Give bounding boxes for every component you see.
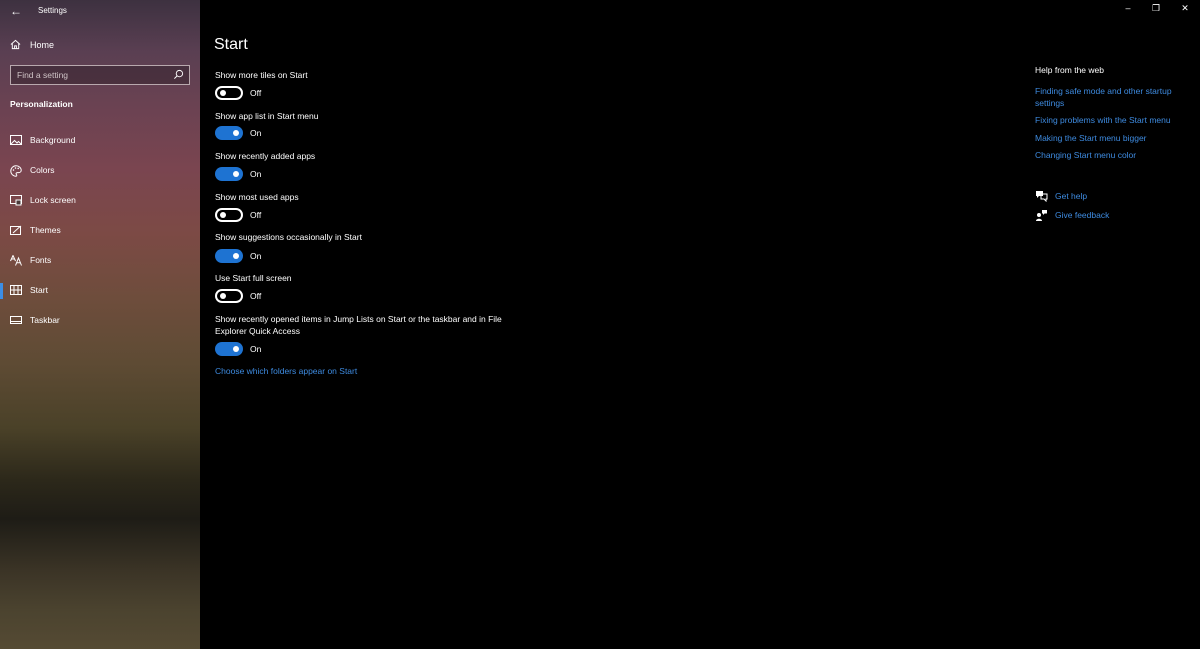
- setting-suggestions: Show suggestions occasionally in Start O…: [215, 231, 515, 263]
- sidebar-item-label: Taskbar: [30, 315, 60, 325]
- sidebar-item-label: Colors: [30, 165, 55, 175]
- toggle-switch[interactable]: [215, 289, 243, 303]
- sidebar-item-themes[interactable]: Themes: [0, 222, 200, 240]
- toggle-switch[interactable]: [215, 167, 243, 181]
- search-input[interactable]: [17, 68, 167, 82]
- help-link[interactable]: Finding safe mode and other startup sett…: [1035, 86, 1185, 109]
- sidebar-item-taskbar[interactable]: Taskbar: [0, 312, 200, 330]
- start-icon: [10, 285, 22, 298]
- setting-label: Show most used apps: [215, 192, 299, 202]
- setting-label: Show recently opened items in Jump Lists…: [215, 314, 502, 336]
- toggle-switch[interactable]: [215, 249, 243, 263]
- toggle-switch[interactable]: [215, 208, 243, 222]
- sidebar-item-label: Background: [30, 135, 76, 145]
- toggle-state: Off: [250, 210, 262, 220]
- help-title: Help from the web: [1035, 65, 1104, 75]
- page-title: Start: [214, 36, 248, 53]
- sidebar-item-label: Fonts: [30, 255, 52, 265]
- setting-full-screen: Use Start full screen Off: [215, 272, 515, 303]
- toggle-state: Off: [250, 291, 262, 301]
- setting-label: Show recently added apps: [215, 151, 316, 161]
- themes-icon: [10, 225, 22, 238]
- give-feedback-link[interactable]: Give feedback: [1035, 209, 1185, 223]
- sidebar-item-background[interactable]: Background: [0, 132, 200, 150]
- section-title: Personalization: [10, 99, 73, 109]
- search-box: [10, 65, 190, 85]
- setting-label: Show more tiles on Start: [215, 70, 308, 80]
- sidebar-item-label: Themes: [30, 225, 61, 235]
- sidebar-home[interactable]: Home: [0, 38, 200, 54]
- setting-recently-added-apps: Show recently added apps On: [215, 150, 515, 181]
- setting-jump-lists: Show recently opened items in Jump Lists…: [215, 313, 505, 356]
- sidebar-item-label: Start: [30, 285, 48, 295]
- sidebar-item-fonts[interactable]: Fonts: [0, 252, 200, 270]
- toggle-switch[interactable]: [215, 86, 243, 100]
- setting-show-app-list: Show app list in Start menu On: [215, 110, 515, 140]
- chat-help-icon: [1035, 190, 1048, 204]
- choose-folders-link[interactable]: Choose which folders appear on Start: [215, 366, 357, 376]
- toggle-switch[interactable]: [215, 126, 243, 140]
- setting-label: Use Start full screen: [215, 273, 292, 283]
- get-help-label: Get help: [1055, 191, 1088, 201]
- app-title: Settings: [38, 6, 67, 15]
- fonts-icon: [10, 254, 22, 268]
- feedback-icon: [1035, 209, 1048, 223]
- picture-icon: [10, 135, 22, 148]
- setting-label: Show app list in Start menu: [215, 111, 319, 121]
- toggle-state: On: [250, 128, 262, 138]
- toggle-state: On: [250, 251, 262, 261]
- sidebar-item-colors[interactable]: Colors: [0, 162, 200, 180]
- get-help-link[interactable]: Get help: [1035, 190, 1185, 204]
- sidebar-item-start[interactable]: Start: [0, 282, 200, 300]
- sidebar: ← Settings Home Personalization Backgrou…: [0, 0, 200, 649]
- search-icon[interactable]: [173, 69, 184, 82]
- toggle-switch[interactable]: [215, 342, 243, 356]
- toggle-state: On: [250, 169, 262, 179]
- home-icon: [10, 39, 21, 52]
- setting-label: Show suggestions occasionally in Start: [215, 232, 362, 242]
- minimize-button[interactable]: –: [1116, 3, 1140, 17]
- main-content: Start Show more tiles on Start Off Show …: [200, 0, 1200, 649]
- setting-show-more-tiles: Show more tiles on Start Off: [215, 69, 515, 100]
- taskbar-icon: [10, 315, 22, 328]
- sidebar-item-label: Lock screen: [30, 195, 76, 205]
- lock-screen-icon: [10, 195, 22, 208]
- sidebar-item-lock-screen[interactable]: Lock screen: [0, 192, 200, 210]
- help-links: Finding safe mode and other startup sett…: [1035, 86, 1185, 168]
- home-label: Home: [30, 40, 55, 50]
- help-link[interactable]: Fixing problems with the Start menu: [1035, 115, 1185, 127]
- toggle-state: Off: [250, 88, 262, 98]
- close-button[interactable]: ✕: [1173, 3, 1197, 17]
- restore-button[interactable]: ❐: [1144, 3, 1168, 17]
- palette-icon: [10, 165, 22, 179]
- toggle-state: On: [250, 344, 262, 354]
- setting-most-used-apps: Show most used apps Off: [215, 191, 515, 222]
- back-arrow-icon[interactable]: ←: [10, 4, 22, 18]
- help-link[interactable]: Changing Start menu color: [1035, 150, 1185, 162]
- give-feedback-label: Give feedback: [1055, 210, 1110, 220]
- help-link[interactable]: Making the Start menu bigger: [1035, 133, 1185, 145]
